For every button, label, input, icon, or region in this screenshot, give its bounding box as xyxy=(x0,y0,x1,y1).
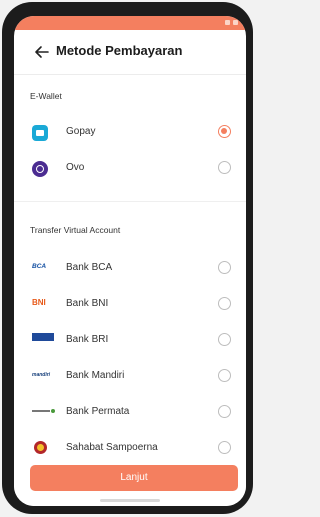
payment-option-mandiri[interactable]: mandiri Bank Mandiri xyxy=(14,362,246,390)
radio-button[interactable] xyxy=(218,161,231,174)
radio-button-selected[interactable] xyxy=(218,125,231,138)
ovo-logo-icon xyxy=(32,161,48,177)
payment-option-label: Bank Permata xyxy=(66,406,130,417)
radio-button[interactable] xyxy=(218,297,231,310)
payment-option-bni[interactable]: BNI Bank BNI xyxy=(14,290,246,318)
payment-option-gopay[interactable]: Gopay xyxy=(14,118,246,146)
payment-option-label: Sahabat Sampoerna xyxy=(66,442,158,453)
payment-option-label: Ovo xyxy=(66,162,85,173)
battery-icon xyxy=(233,20,238,25)
app-screen: Metode Pembayaran E-Wallet Gopay Ovo Tra… xyxy=(14,16,246,506)
bri-logo-icon xyxy=(32,333,54,341)
radio-button[interactable] xyxy=(218,261,231,274)
section-label-virtual-account: Transfer Virtual Account xyxy=(30,225,121,235)
gopay-logo-icon xyxy=(32,125,48,141)
home-indicator xyxy=(100,499,160,502)
radio-button[interactable] xyxy=(218,441,231,454)
status-bar xyxy=(14,16,246,30)
payment-option-label: Bank BNI xyxy=(66,298,109,309)
payment-option-label: Bank Mandiri xyxy=(66,370,125,381)
bca-logo-icon: BCA xyxy=(32,263,47,270)
payment-option-bri[interactable]: Bank BRI xyxy=(14,326,246,354)
payment-option-bca[interactable]: BCA Bank BCA xyxy=(14,254,246,282)
page-title: Metode Pembayaran xyxy=(56,43,183,58)
continue-button[interactable]: Lanjut xyxy=(30,465,238,491)
mandiri-logo-icon: mandiri xyxy=(32,372,51,378)
radio-button[interactable] xyxy=(218,369,231,382)
phone-frame: Metode Pembayaran E-Wallet Gopay Ovo Tra… xyxy=(2,2,253,514)
section-label-ewallet: E-Wallet xyxy=(30,91,62,101)
signal-icon xyxy=(225,20,230,25)
status-icons xyxy=(225,20,238,25)
payment-option-label: Bank BRI xyxy=(66,334,109,345)
radio-button[interactable] xyxy=(218,405,231,418)
bni-logo-icon: BNI xyxy=(32,298,46,307)
back-arrow-icon[interactable] xyxy=(34,44,50,60)
payment-option-label: Gopay xyxy=(66,126,96,137)
app-bar: Metode Pembayaran xyxy=(14,30,246,75)
bottom-action-bar: Lanjut xyxy=(14,457,246,506)
sampoerna-logo-icon xyxy=(34,441,47,454)
permata-logo-icon xyxy=(32,409,55,413)
payment-option-permata[interactable]: Bank Permata xyxy=(14,398,246,426)
section-divider xyxy=(14,201,246,202)
payment-option-ovo[interactable]: Ovo xyxy=(14,154,246,182)
radio-button[interactable] xyxy=(218,333,231,346)
payment-option-label: Bank BCA xyxy=(66,262,113,273)
